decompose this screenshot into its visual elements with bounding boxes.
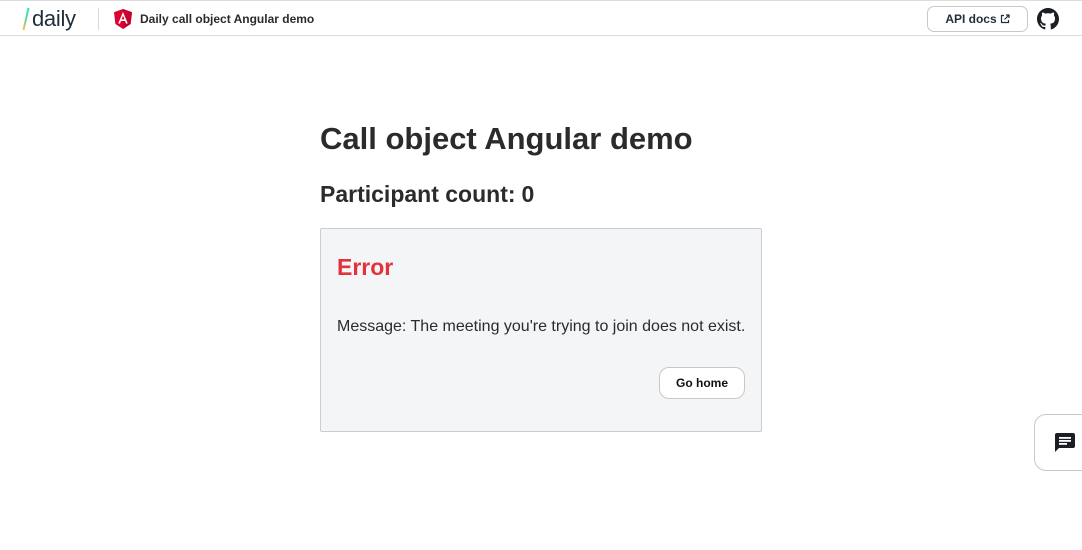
angular-icon xyxy=(114,9,132,29)
go-home-button[interactable]: Go home xyxy=(659,367,745,399)
participant-count-label: Participant count: xyxy=(320,181,516,207)
participant-count-value: 0 xyxy=(521,181,535,207)
api-docs-button[interactable]: API docs xyxy=(927,6,1028,32)
github-icon[interactable] xyxy=(1037,8,1059,30)
external-link-icon xyxy=(1000,14,1010,24)
error-message: Message: The meeting you're trying to jo… xyxy=(337,318,746,335)
participant-count-heading: Participant count: 0 xyxy=(320,181,534,208)
daily-logo-icon xyxy=(22,8,30,30)
error-title: Error xyxy=(337,254,394,280)
chat-icon xyxy=(1055,433,1075,452)
brand-name: daily xyxy=(32,6,76,31)
header-divider xyxy=(98,8,99,30)
error-card: Error Message: The meeting you're trying… xyxy=(320,228,762,432)
top-bar: daily Daily call object Angular demo API… xyxy=(0,0,1082,36)
demo-title: Daily call object Angular demo xyxy=(140,12,315,26)
api-docs-label: API docs xyxy=(945,12,997,26)
page-title: Call object Angular demo xyxy=(320,121,693,156)
chat-toggle-button[interactable] xyxy=(1034,414,1082,471)
daily-logo[interactable]: daily xyxy=(22,5,76,33)
